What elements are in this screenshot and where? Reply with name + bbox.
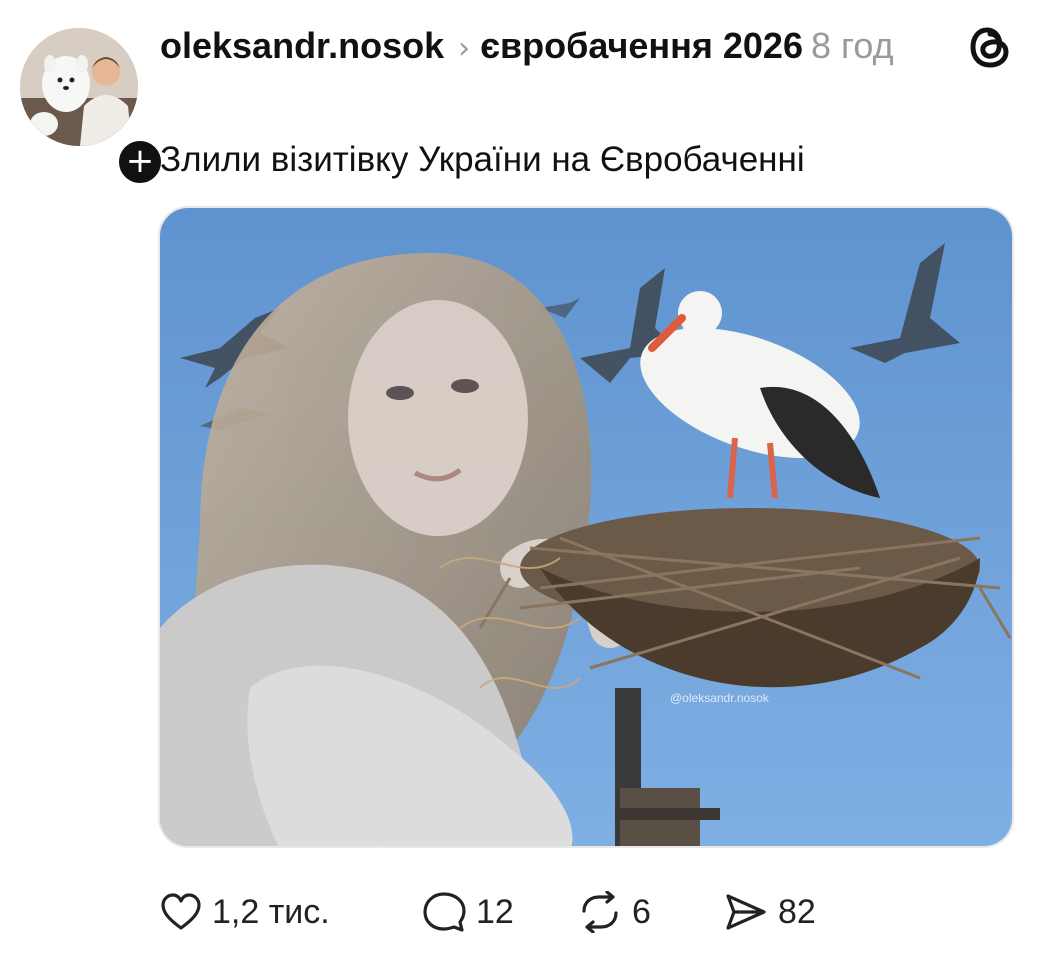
- like-button[interactable]: 1,2 тис.: [160, 892, 422, 932]
- heart-icon: [161, 893, 201, 930]
- repost-count: 6: [632, 892, 651, 931]
- post-image[interactable]: @oleksandr.nosok: [158, 206, 1014, 848]
- reply-button[interactable]: 12: [422, 891, 578, 933]
- author-avatar-group[interactable]: +: [20, 28, 166, 188]
- plus-icon: +: [125, 141, 155, 181]
- author-username-link[interactable]: oleksandr.nosok: [160, 25, 444, 66]
- topic-tag-link[interactable]: євробачення 2026: [480, 25, 803, 66]
- post-timestamp: 8 год: [810, 25, 894, 66]
- like-count: 1,2 тис.: [212, 892, 330, 931]
- share-count: 82: [778, 892, 816, 931]
- threads-logo-icon[interactable]: [968, 22, 1014, 72]
- avatar[interactable]: [20, 28, 138, 146]
- post-header: oleksandr.nosok › євробачення 2026 8 год: [160, 24, 960, 71]
- share-button[interactable]: 82: [724, 891, 816, 933]
- chevron-right-icon: ›: [458, 31, 471, 66]
- comment-bubble-icon: [423, 892, 466, 932]
- repost-arrows-icon: [582, 891, 618, 933]
- post-actions-bar: 1,2 тис. 12 6 82: [160, 884, 816, 940]
- reply-count: 12: [476, 892, 514, 931]
- post-body-text: Злили візитівку України на Євробаченні: [160, 140, 805, 179]
- repost-button[interactable]: 6: [578, 891, 724, 933]
- avatar-image: [20, 28, 138, 146]
- image-watermark: @oleksandr.nosok: [670, 691, 770, 705]
- follow-plus-button[interactable]: +: [114, 136, 166, 188]
- post-photo-collage: @oleksandr.nosok: [160, 208, 1012, 846]
- send-icon: [726, 894, 766, 930]
